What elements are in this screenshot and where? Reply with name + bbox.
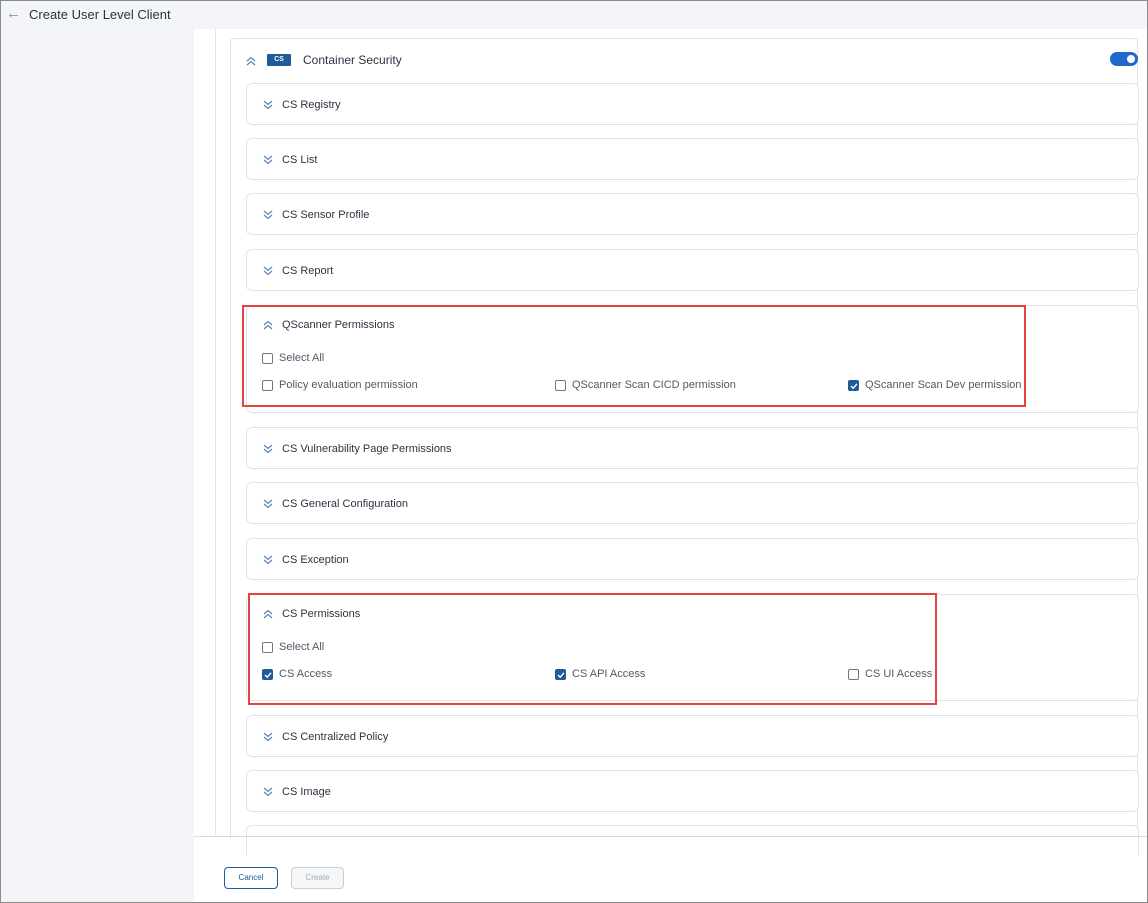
section-cs-vulnerability-page-permissions[interactable]: CS Vulnerability Page Permissions xyxy=(246,427,1139,469)
section-title[interactable]: CS Exception xyxy=(282,554,349,566)
section-title[interactable]: CS Centralized Policy xyxy=(282,731,388,743)
section-cs-general-configuration[interactable]: CS General Configuration xyxy=(246,482,1139,524)
qscanner-dev-label: QScanner Scan Dev permission xyxy=(865,379,1022,391)
checkmark-icon xyxy=(264,672,272,679)
section-cs-registry[interactable]: CS Registry xyxy=(246,83,1139,125)
cs-api-access-label: CS API Access xyxy=(572,668,646,680)
checkmark-icon xyxy=(850,383,858,390)
footer-divider xyxy=(194,836,1147,837)
chevron-down-icon[interactable] xyxy=(262,265,274,277)
chevron-down-icon[interactable] xyxy=(262,443,274,455)
cs-ui-access-checkbox[interactable] xyxy=(848,669,859,680)
cs-access-label: CS Access xyxy=(279,668,333,680)
app-window: ← Create User Level Client CS Container … xyxy=(0,0,1148,903)
module-header: CS Container Security xyxy=(231,39,1138,81)
section-cs-sensor-profile[interactable]: CS Sensor Profile xyxy=(246,193,1139,235)
module-card-container-security: CS Container Security CS Registry CS Lis… xyxy=(230,38,1139,855)
cs-ui-access-label: CS UI Access xyxy=(865,668,933,680)
section-cs-permissions: CS Permissions Select All CS Access CS A… xyxy=(246,594,1139,701)
module-title: Container Security xyxy=(303,53,402,67)
chevron-down-icon[interactable] xyxy=(262,786,274,798)
section-title[interactable]: CS Report xyxy=(282,265,333,277)
module-enable-toggle[interactable] xyxy=(1110,52,1138,66)
select-all-label: Select All xyxy=(279,641,325,653)
page-title: Create User Level Client xyxy=(29,7,171,22)
chevron-down-icon[interactable] xyxy=(262,731,274,743)
policy-evaluation-label: Policy evaluation permission xyxy=(279,379,418,391)
chevron-up-icon[interactable] xyxy=(245,55,257,67)
section-cs-centralized-policy[interactable]: CS Centralized Policy xyxy=(246,715,1139,757)
section-cs-list[interactable]: CS List xyxy=(246,138,1139,180)
section-title[interactable]: CS Image xyxy=(282,786,331,798)
select-all-checkbox[interactable] xyxy=(262,642,273,653)
section-cs-image[interactable]: CS Image xyxy=(246,770,1139,812)
main-panel: CS Container Security CS Registry CS Lis… xyxy=(194,29,1147,902)
cs-api-access-checkbox[interactable] xyxy=(555,669,566,680)
cancel-button[interactable]: Cancel xyxy=(224,867,278,889)
policy-evaluation-checkbox[interactable] xyxy=(262,380,273,391)
section-title[interactable]: CS Vulnerability Page Permissions xyxy=(282,443,452,455)
select-all-label: Select All xyxy=(279,352,325,364)
module-badge: CS xyxy=(267,54,291,66)
chevron-down-icon[interactable] xyxy=(262,99,274,111)
section-partial xyxy=(246,825,1139,855)
section-title[interactable]: CS List xyxy=(282,154,317,166)
chevron-down-icon[interactable] xyxy=(262,154,274,166)
qscanner-dev-checkbox[interactable] xyxy=(848,380,859,391)
create-button[interactable]: Create xyxy=(291,867,344,889)
section-title[interactable]: CS General Configuration xyxy=(282,498,408,510)
section-title[interactable]: CS Sensor Profile xyxy=(282,209,369,221)
cs-access-checkbox[interactable] xyxy=(262,669,273,680)
section-qscanner-permissions: QScanner Permissions Select All Policy e… xyxy=(246,305,1139,413)
section-cs-exception[interactable]: CS Exception xyxy=(246,538,1139,580)
chevron-up-icon[interactable] xyxy=(262,319,274,331)
chevron-down-icon[interactable] xyxy=(262,554,274,566)
arrow-left-icon[interactable]: ← xyxy=(6,6,22,21)
chevron-down-icon[interactable] xyxy=(262,209,274,221)
section-title[interactable]: QScanner Permissions xyxy=(282,319,395,331)
divider xyxy=(215,29,216,835)
qscanner-cicd-checkbox[interactable] xyxy=(555,380,566,391)
select-all-checkbox[interactable] xyxy=(262,353,273,364)
chevron-up-icon[interactable] xyxy=(262,608,274,620)
section-title[interactable]: CS Registry xyxy=(282,99,341,111)
section-cs-report[interactable]: CS Report xyxy=(246,249,1139,291)
qscanner-cicd-label: QScanner Scan CICD permission xyxy=(572,379,736,391)
chevron-down-icon[interactable] xyxy=(262,498,274,510)
section-title[interactable]: CS Permissions xyxy=(282,608,360,620)
top-bar: ← Create User Level Client xyxy=(1,1,1147,29)
checkmark-icon xyxy=(557,672,565,679)
